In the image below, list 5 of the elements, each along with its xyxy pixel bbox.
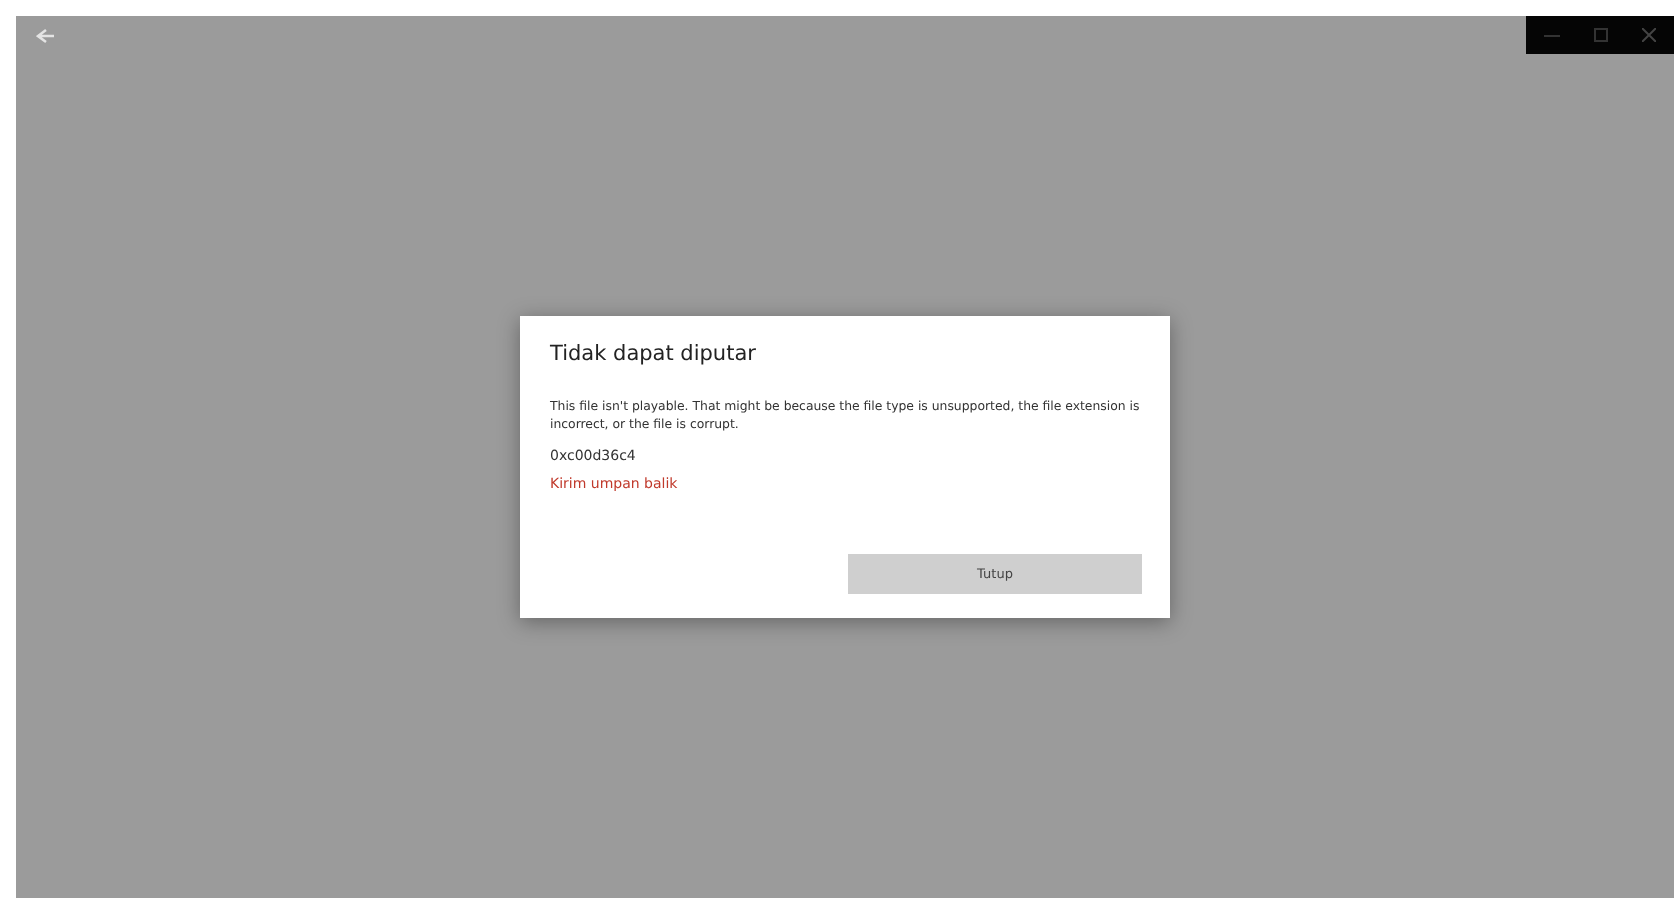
close-icon[interactable] <box>1642 28 1657 42</box>
minimize-icon[interactable] <box>1543 33 1560 37</box>
dialog-title: Tidak dapat diputar <box>550 342 758 366</box>
back-arrow-icon[interactable] <box>36 28 56 44</box>
maximize-icon[interactable] <box>1593 28 1608 42</box>
